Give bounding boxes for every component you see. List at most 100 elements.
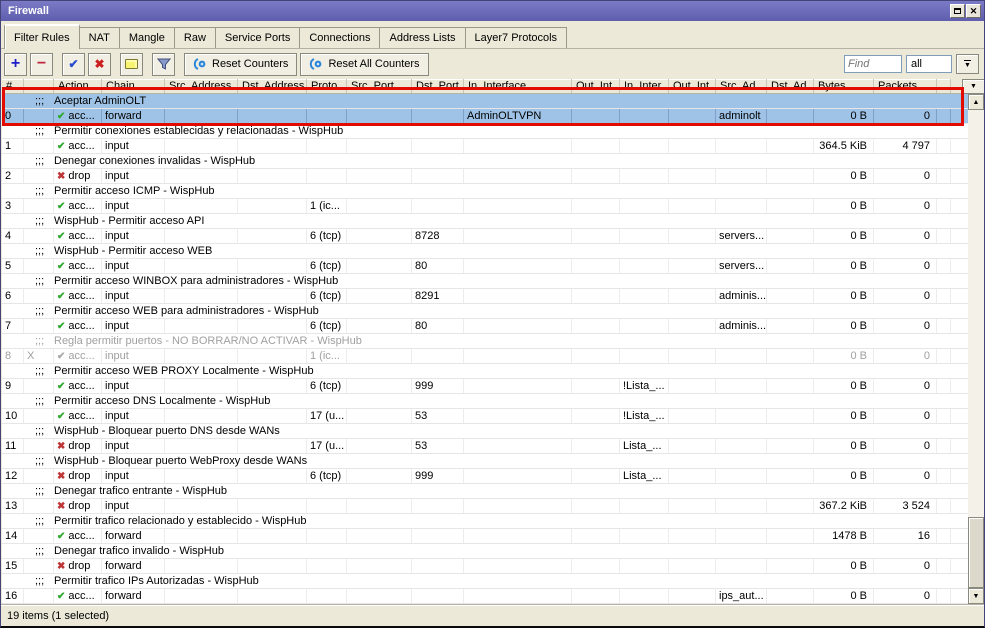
rule-row[interactable]: 0✔acc...forwardAdminOLTVPNadminolt0 B0 bbox=[2, 109, 968, 124]
comment-row[interactable]: ;;;Permitir conexiones establecidas y re… bbox=[2, 124, 968, 139]
cell-action: ✔acc... bbox=[54, 199, 102, 213]
tab-layer7-protocols[interactable]: Layer7 Protocols bbox=[466, 27, 568, 48]
column-header-in_interface_list[interactable]: In. Inter... bbox=[620, 79, 669, 93]
reset-all-counters-button[interactable]: Reset All Counters bbox=[300, 53, 428, 76]
cell-out_interface bbox=[572, 379, 620, 393]
column-header-chain[interactable]: Chain bbox=[102, 79, 165, 93]
column-header-src_port[interactable]: Src. Port bbox=[347, 79, 412, 93]
vertical-scrollbar[interactable]: ▲ ▼ bbox=[968, 94, 984, 604]
column-header-flags[interactable] bbox=[24, 79, 54, 93]
tab-mangle[interactable]: Mangle bbox=[120, 27, 175, 48]
rule-row[interactable]: 7✔acc...input6 (tcp)80adminis...0 B0 bbox=[2, 319, 968, 334]
scroll-down-button[interactable]: ▼ bbox=[968, 588, 984, 604]
comment-row[interactable]: ;;;WispHub - Permitir acceso API bbox=[2, 214, 968, 229]
firewall-window: Firewall ✕ Filter RulesNATMangleRawServi… bbox=[0, 0, 985, 628]
rule-row[interactable]: 10✔acc...input17 (u...53!Lista_...0 B0 bbox=[2, 409, 968, 424]
cell-action: ✔acc... bbox=[54, 529, 102, 543]
comment-button[interactable] bbox=[120, 53, 143, 76]
cell-out_interface_list bbox=[669, 439, 716, 453]
rule-row[interactable]: 12✖dropinput6 (tcp)999Lista_...0 B0 bbox=[2, 469, 968, 484]
cell-out_interface_list bbox=[669, 229, 716, 243]
tab-nat[interactable]: NAT bbox=[80, 27, 120, 48]
cell-out_interface bbox=[572, 139, 620, 153]
cell-filler bbox=[937, 289, 951, 303]
tab-connections[interactable]: Connections bbox=[300, 27, 380, 48]
cell-out_interface bbox=[572, 499, 620, 513]
rule-row[interactable]: 8X✔acc...input1 (ic...0 B0 bbox=[2, 349, 968, 364]
column-selector-button[interactable]: ▼ bbox=[962, 79, 985, 94]
filter-dropdown-value[interactable]: all bbox=[906, 55, 952, 73]
cell-src_address_list: servers... bbox=[716, 229, 767, 243]
rule-row[interactable]: 15✖dropforward0 B0 bbox=[2, 559, 968, 574]
comment-row[interactable]: ;;;WispHub - Permitir acceso WEB bbox=[2, 244, 968, 259]
rule-row[interactable]: 16✔acc...forwardips_aut...0 B0 bbox=[2, 589, 968, 604]
column-header-out_interface[interactable]: Out. Int... bbox=[572, 79, 620, 93]
enable-rule-button[interactable]: ✔ bbox=[62, 53, 85, 76]
column-header-dst_address_list[interactable]: Dst. Ad... bbox=[767, 79, 814, 93]
title-bar[interactable]: Firewall ✕ bbox=[1, 1, 984, 21]
comment-row[interactable]: ;;;Denegar trafico entrante - WispHub bbox=[2, 484, 968, 499]
comment-row[interactable]: ;;;Denegar conexiones invalidas - WispHu… bbox=[2, 154, 968, 169]
cell-flags bbox=[24, 109, 54, 123]
accept-icon: ✔ bbox=[57, 531, 65, 542]
close-button[interactable]: ✕ bbox=[966, 4, 981, 18]
tab-raw[interactable]: Raw bbox=[175, 27, 216, 48]
comment-row[interactable]: ;;;Permitir trafico relacionado y establ… bbox=[2, 514, 968, 529]
rule-row[interactable]: 6✔acc...input6 (tcp)8291adminis...0 B0 bbox=[2, 289, 968, 304]
comment-row[interactable]: ;;;Aceptar AdminOLT bbox=[2, 94, 968, 109]
tab-filter-rules[interactable]: Filter Rules bbox=[4, 24, 80, 49]
column-header-packets[interactable]: Packets bbox=[874, 79, 937, 93]
cell-dst_port: 999 bbox=[412, 379, 464, 393]
rule-row[interactable]: 2✖dropinput0 B0 bbox=[2, 169, 968, 184]
cell-src_port bbox=[347, 529, 412, 543]
rule-row[interactable]: 13✖dropinput367.2 KiB3 524 bbox=[2, 499, 968, 514]
cell-src_address bbox=[165, 379, 238, 393]
comment-row[interactable]: ;;;Permitir acceso WEB PROXY Localmente … bbox=[2, 364, 968, 379]
reset-counters-button[interactable]: Reset Counters bbox=[184, 53, 297, 76]
tab-service-ports[interactable]: Service Ports bbox=[216, 27, 300, 48]
accept-icon: ✔ bbox=[57, 201, 65, 212]
filter-dropdown-button[interactable]: ▼ bbox=[956, 54, 979, 74]
column-header-action[interactable]: Action bbox=[54, 79, 102, 93]
column-header-num[interactable]: # bbox=[2, 79, 24, 93]
find-input[interactable] bbox=[844, 55, 902, 73]
column-header-out_interface_list[interactable]: Out. Int... bbox=[669, 79, 716, 93]
scrollbar-thumb[interactable] bbox=[968, 517, 984, 588]
comment-row[interactable]: ;;;Permitir acceso WINBOX para administr… bbox=[2, 274, 968, 289]
column-header-in_interface[interactable]: In. Interface bbox=[464, 79, 572, 93]
cell-action: ✖drop bbox=[54, 499, 102, 513]
tab-address-lists[interactable]: Address Lists bbox=[380, 27, 465, 48]
cell-proto bbox=[307, 499, 347, 513]
comment-row[interactable]: ;;;Permitir acceso ICMP - WispHub bbox=[2, 184, 968, 199]
filter-button[interactable] bbox=[152, 53, 175, 76]
comment-row[interactable]: ;;;Permitir acceso DNS Localmente - Wisp… bbox=[2, 394, 968, 409]
comment-row[interactable]: ;;;Denegar trafico invalido - WispHub bbox=[2, 544, 968, 559]
rule-row[interactable]: 9✔acc...input6 (tcp)999!Lista_...0 B0 bbox=[2, 379, 968, 394]
column-header-filler[interactable] bbox=[937, 79, 951, 93]
rule-row[interactable]: 4✔acc...input6 (tcp)8728servers...0 B0 bbox=[2, 229, 968, 244]
rule-row[interactable]: 3✔acc...input1 (ic...0 B0 bbox=[2, 199, 968, 214]
add-rule-button[interactable]: + bbox=[4, 53, 27, 76]
cell-filler bbox=[937, 529, 951, 543]
remove-rule-button[interactable]: − bbox=[30, 53, 53, 76]
column-header-dst_port[interactable]: Dst. Port bbox=[412, 79, 464, 93]
rule-row[interactable]: 11✖dropinput17 (u...53Lista_...0 B0 bbox=[2, 439, 968, 454]
rule-row[interactable]: 1✔acc...input364.5 KiB4 797 bbox=[2, 139, 968, 154]
column-header-bytes[interactable]: Bytes bbox=[814, 79, 874, 93]
cell-dst_address_list bbox=[767, 469, 814, 483]
comment-row[interactable]: ;;;Permitir acceso WEB para administrado… bbox=[2, 304, 968, 319]
disable-rule-button[interactable]: ✖ bbox=[88, 53, 111, 76]
column-header-src_address_list[interactable]: Src. Ad... bbox=[716, 79, 767, 93]
column-header-dst_address[interactable]: Dst. Address bbox=[238, 79, 307, 93]
comment-row[interactable]: ;;;Regla permitir puertos - NO BORRAR/NO… bbox=[2, 334, 968, 349]
maximize-button[interactable] bbox=[950, 4, 965, 18]
column-header-proto[interactable]: Proto... bbox=[307, 79, 347, 93]
comment-row[interactable]: ;;;WispHub - Bloquear puerto WebProxy de… bbox=[2, 454, 968, 469]
comment-row[interactable]: ;;;WispHub - Bloquear puerto DNS desde W… bbox=[2, 424, 968, 439]
rule-row[interactable]: 5✔acc...input6 (tcp)80servers...0 B0 bbox=[2, 259, 968, 274]
comment-row[interactable]: ;;;Permitir trafico IPs Autorizadas - Wi… bbox=[2, 574, 968, 589]
cell-proto bbox=[307, 139, 347, 153]
scroll-up-button[interactable]: ▲ bbox=[968, 94, 984, 110]
rule-row[interactable]: 14✔acc...forward1478 B16 bbox=[2, 529, 968, 544]
column-header-src_address[interactable]: Src. Address bbox=[165, 79, 238, 93]
